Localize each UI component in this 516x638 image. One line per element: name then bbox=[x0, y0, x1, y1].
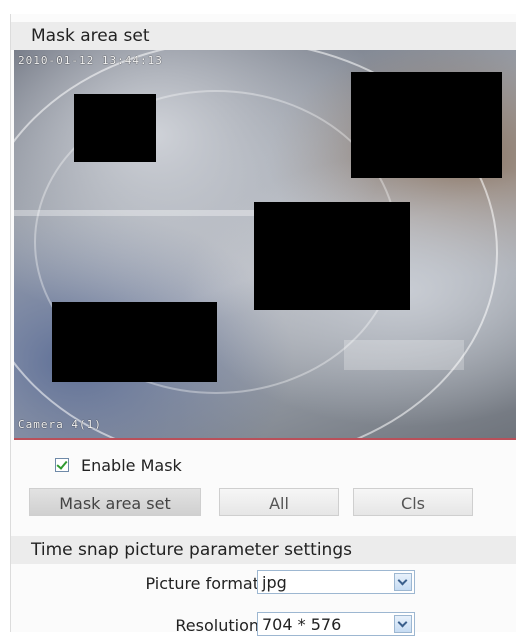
mask-region-1[interactable] bbox=[74, 94, 156, 162]
checkmark-icon bbox=[56, 458, 68, 470]
mask-settings-panel: Mask area set 2010-01-12 13:44:13 Camera… bbox=[10, 14, 516, 636]
mask-region-3[interactable] bbox=[254, 202, 410, 310]
light-streak bbox=[14, 210, 254, 216]
chevron-down-icon bbox=[397, 617, 408, 628]
mask-region-4[interactable] bbox=[52, 302, 217, 382]
picture-format-row: Picture format jpg bbox=[11, 570, 516, 596]
chevron-down-icon bbox=[397, 575, 408, 586]
all-button[interactable]: All bbox=[219, 488, 339, 516]
time-snap-header: Time snap picture parameter settings bbox=[11, 536, 516, 564]
picture-format-label: Picture format bbox=[145, 574, 260, 593]
resolution-select[interactable]: 704 * 576 bbox=[257, 612, 415, 636]
resolution-label: Resolution bbox=[175, 616, 259, 635]
dropdown-arrow-button[interactable] bbox=[394, 615, 412, 633]
resolution-value: 704 * 576 bbox=[262, 615, 342, 634]
clear-button[interactable]: Cls bbox=[353, 488, 473, 516]
mask-area-title: Mask area set bbox=[31, 26, 150, 46]
dropdown-arrow-button[interactable] bbox=[394, 573, 412, 591]
camera-preview[interactable]: 2010-01-12 13:44:13 Camera 4(1) bbox=[14, 50, 516, 440]
resolution-row: Resolution 704 * 576 bbox=[11, 612, 516, 638]
picture-format-value: jpg bbox=[262, 573, 287, 592]
enable-mask-row[interactable]: Enable Mask bbox=[55, 454, 182, 476]
picture-format-select[interactable]: jpg bbox=[257, 570, 415, 594]
enable-mask-checkbox[interactable] bbox=[55, 458, 69, 472]
mask-area-header: Mask area set bbox=[11, 22, 516, 50]
label-reflection bbox=[344, 340, 464, 370]
camera-name-osd: Camera 4(1) bbox=[18, 418, 102, 431]
timestamp-osd: 2010-01-12 13:44:13 bbox=[18, 54, 163, 67]
enable-mask-label: Enable Mask bbox=[81, 455, 182, 475]
mask-area-set-button[interactable]: Mask area set bbox=[29, 488, 201, 516]
mask-region-2[interactable] bbox=[351, 72, 502, 178]
time-snap-title: Time snap picture parameter settings bbox=[31, 540, 352, 560]
